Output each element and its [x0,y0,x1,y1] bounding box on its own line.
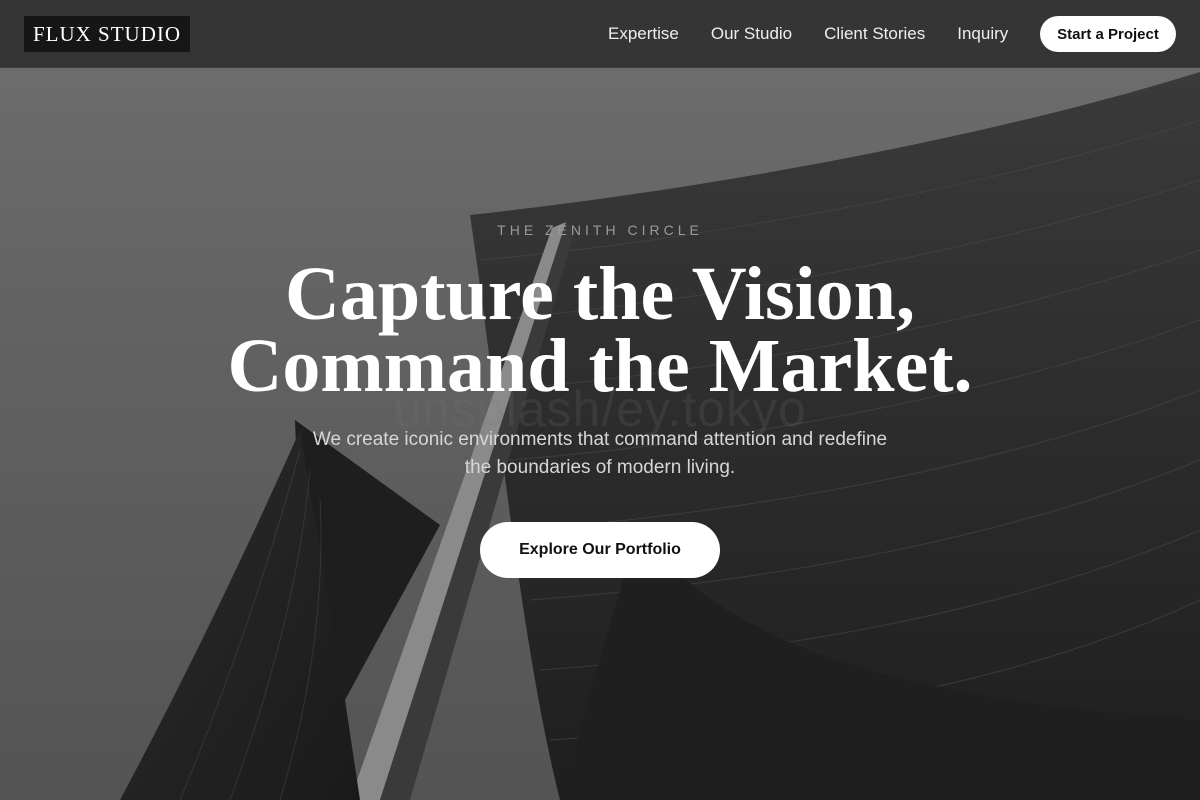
subtext-line-2: the boundaries of modern living. [464,457,736,478]
nav-link-inquiry[interactable]: Inquiry [957,24,1008,44]
hero-headline: Capture the Vision, Command the Market. [0,256,1200,404]
nav-link-client-stories[interactable]: Client Stories [824,24,925,44]
hero-eyebrow: THE ZENITH CIRCLE [497,222,703,238]
nav-link-expertise[interactable]: Expertise [608,24,679,44]
hero-subtext: We create iconic environments that comma… [270,426,930,482]
brand-logo[interactable]: FLUX STUDIO [24,16,190,52]
start-project-button[interactable]: Start a Project [1040,16,1176,52]
main-nav: Expertise Our Studio Client Stories Inqu… [576,0,1008,68]
top-navigation: FLUX STUDIO Expertise Our Studio Client … [0,0,1200,68]
nav-link-our-studio[interactable]: Our Studio [711,24,792,44]
headline-line-2: Command the Market. [227,324,973,408]
explore-portfolio-button[interactable]: Explore Our Portfolio [480,522,720,578]
subtext-line-1: We create iconic environments that comma… [312,429,888,450]
